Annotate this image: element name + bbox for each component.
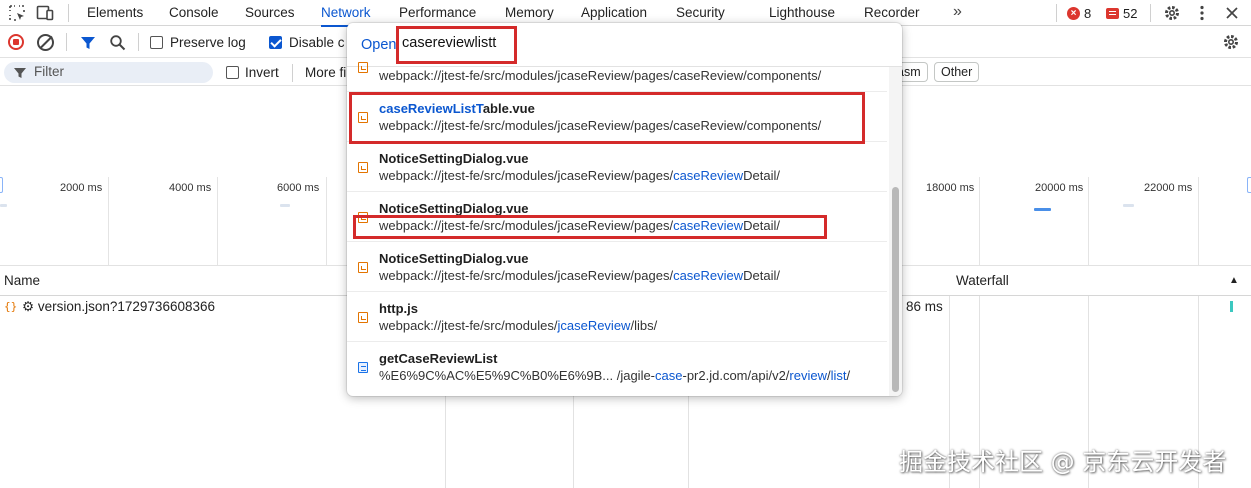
annotation-box-result: [349, 92, 865, 144]
timeline-gridline: [108, 177, 109, 265]
result-item[interactable]: NoticeSettingDialog.vue webpack://jtest-…: [347, 142, 887, 192]
result-path: webpack://jtest-fe/src/modules/jcaseRevi…: [379, 168, 781, 183]
filter-icon[interactable]: [80, 35, 96, 51]
result-title: NoticeSettingDialog.vue: [379, 201, 529, 216]
request-name: ⚙ version.json?1729736608366: [22, 299, 216, 314]
issues-count: 52: [1123, 5, 1138, 21]
network-settings-gear-icon[interactable]: [1222, 33, 1240, 51]
timeline-tick-label: 2000 ms: [60, 182, 103, 194]
preserve-log-label: Preserve log: [170, 35, 246, 50]
clear-button[interactable]: [37, 34, 54, 51]
more-filters-dropdown[interactable]: More fi: [305, 65, 346, 80]
timeline-request-bar: [280, 204, 290, 207]
result-item[interactable]: NoticeSettingDialog.vue webpack://jtest-…: [347, 242, 887, 292]
timeline-tick-label: 6000 ms: [277, 182, 320, 194]
quick-open-dialog: Open webpack://jtest-fe/src/modules/jcas…: [347, 23, 902, 396]
tab-elements[interactable]: Elements: [87, 0, 143, 26]
more-options-icon[interactable]: [1193, 4, 1211, 22]
column-header-name[interactable]: Name: [4, 273, 40, 288]
divider: [1056, 4, 1057, 22]
sort-ascending-icon[interactable]: ▲: [1229, 275, 1239, 286]
result-path: webpack://jtest-fe/src/modules/jcaseRevi…: [379, 68, 822, 83]
timeline-gridline: [217, 177, 218, 265]
divider: [1150, 4, 1151, 22]
result-title: getCaseReviewList: [379, 351, 498, 366]
script-file-icon: [358, 62, 368, 73]
issues-icon: [1106, 7, 1119, 19]
result-path: webpack://jtest-fe/src/modules/jcaseRevi…: [379, 318, 658, 333]
disable-cache-label: Disable c: [289, 35, 345, 50]
filter-chip-other[interactable]: Other: [934, 62, 980, 82]
overview-left-handle[interactable]: [0, 177, 3, 193]
filter-placeholder: Filter: [34, 64, 64, 79]
error-count-badge[interactable]: × 8: [1067, 5, 1092, 21]
filter-input[interactable]: Filter: [4, 62, 213, 83]
preserve-log-checkbox[interactable]: [150, 36, 163, 49]
script-file-icon: [358, 162, 368, 173]
close-icon[interactable]: [1223, 4, 1241, 22]
json-file-icon: {}: [4, 300, 18, 313]
timeline-tick-label: 20000 ms: [1035, 182, 1084, 194]
stop-recording-button[interactable]: [8, 34, 24, 50]
filter-funnel-icon: [14, 68, 26, 78]
result-title: NoticeSettingDialog.vue: [379, 251, 529, 266]
settings-gear-icon[interactable]: [1163, 4, 1181, 22]
document-file-icon: [358, 362, 368, 373]
result-path: %E6%9C%AC%E5%9C%B0%E6%9B... /jagile-case…: [379, 368, 851, 383]
column-header-waterfall[interactable]: Waterfall: [956, 273, 1009, 288]
quick-open-scrollbar[interactable]: [889, 67, 902, 396]
result-item[interactable]: http.js webpack://jtest-fe/src/modules/j…: [347, 292, 887, 342]
overview-right-handle[interactable]: [1247, 177, 1251, 193]
search-icon[interactable]: [109, 34, 126, 51]
error-count: 8: [1084, 5, 1092, 21]
timeline-tick-label: 18000 ms: [926, 182, 975, 194]
timeline-gridline: [326, 177, 327, 265]
scrollbar-thumb[interactable]: [892, 187, 899, 392]
timeline-gridline: [979, 177, 980, 265]
invert-checkbox[interactable]: [226, 66, 239, 79]
timeline-request-bar: [1123, 204, 1134, 207]
timeline-tick-label: 4000 ms: [169, 182, 212, 194]
annotation-box-path: [353, 215, 827, 239]
waterfall-bar: [1230, 301, 1233, 312]
script-file-icon: [358, 262, 368, 273]
timeline-request-bar: [0, 204, 7, 207]
result-item[interactable]: getCaseReviewList %E6%9C%AC%E5%9C%B0%E6%…: [347, 342, 887, 392]
inspect-element-icon[interactable]: [8, 4, 26, 22]
divider: [138, 33, 139, 51]
divider: [66, 33, 67, 51]
result-title: http.js: [379, 301, 418, 316]
result-title: NoticeSettingDialog.vue: [379, 151, 529, 166]
device-toolbar-icon[interactable]: [36, 4, 54, 22]
tab-sources[interactable]: Sources: [245, 0, 295, 26]
result-path: webpack://jtest-fe/src/modules/jcaseRevi…: [379, 268, 781, 283]
timeline-gridline: [1088, 177, 1089, 265]
invert-label: Invert: [245, 65, 279, 80]
timeline-tick-label: 22000 ms: [1144, 182, 1193, 194]
tab-console[interactable]: Console: [169, 0, 219, 26]
error-icon: ×: [1067, 6, 1080, 20]
timeline-request-bar: [1034, 208, 1051, 211]
watermark-text: 掘金技术社区 @ 京东云开发者: [899, 448, 1227, 476]
request-time: 86 ms: [906, 299, 943, 314]
divider: [292, 64, 293, 82]
divider: [68, 4, 69, 22]
more-tabs-button[interactable]: »: [953, 0, 962, 26]
issues-count-badge[interactable]: 52: [1106, 5, 1138, 21]
script-file-icon: [358, 312, 368, 323]
timeline-gridline: [1198, 177, 1199, 265]
disable-cache-checkbox[interactable]: [269, 36, 282, 49]
annotation-box-query: [396, 26, 517, 64]
